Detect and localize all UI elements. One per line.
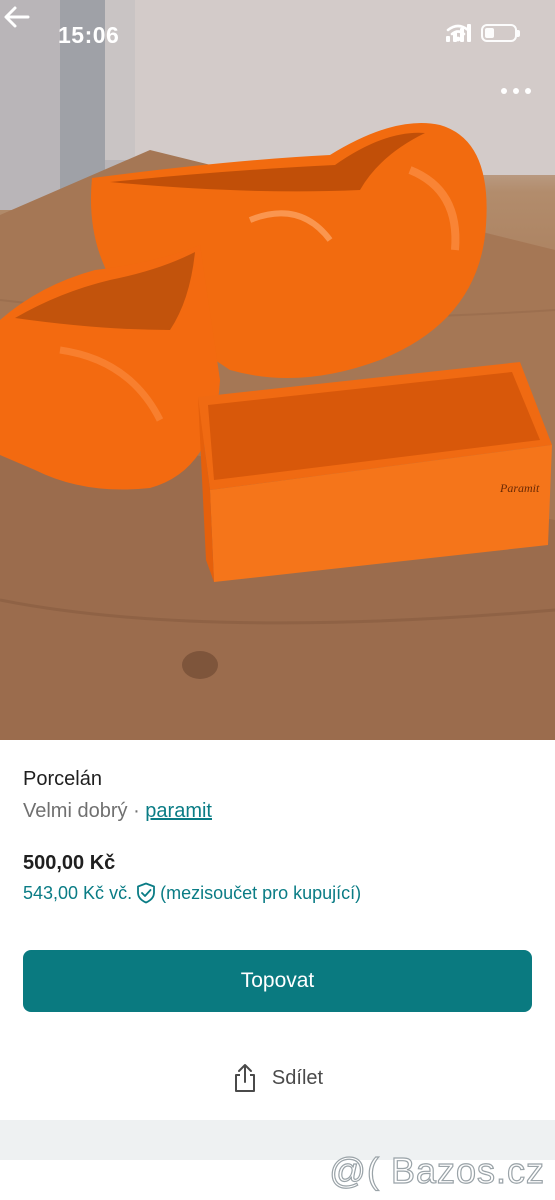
share-button[interactable]: Sdílet bbox=[0, 1058, 555, 1098]
share-icon bbox=[234, 1064, 255, 1092]
topovat-button[interactable]: Topovat bbox=[23, 950, 532, 1012]
shield-check-icon bbox=[137, 882, 155, 904]
watermark-logo: @( Bazos.cz bbox=[329, 1149, 545, 1191]
status-icons bbox=[446, 24, 520, 42]
condition-label: Velmi dobrý bbox=[23, 800, 128, 822]
listing-photo[interactable]: Paramit 15:06 bbox=[0, 0, 555, 740]
svg-text:Paramit: Paramit bbox=[499, 481, 540, 495]
share-label: Sdílet bbox=[271, 1066, 324, 1089]
price-note: (mezisoučet pro kupující) bbox=[160, 882, 362, 903]
listing-title: Porcelán bbox=[23, 768, 102, 790]
battery-icon bbox=[481, 24, 520, 42]
wifi-icon bbox=[446, 24, 470, 42]
price-total-row: 543,00 Kč vč. (mezisoučet pro kupující) bbox=[23, 882, 361, 904]
more-options-icon[interactable] bbox=[501, 88, 531, 94]
separator: · bbox=[133, 800, 140, 822]
listing-details: Porcelán Velmi dobrý · paramit 500,00 Kč… bbox=[0, 740, 555, 1120]
price: 500,00 Kč bbox=[23, 852, 116, 874]
status-time: 15:06 bbox=[58, 22, 120, 48]
listing-subtitle: Velmi dobrý · paramit bbox=[23, 800, 212, 823]
price-total: 543,00 Kč vč. bbox=[23, 882, 133, 903]
seller-link[interactable]: paramit bbox=[145, 800, 212, 822]
photo-illustration: Paramit bbox=[0, 0, 555, 740]
back-arrow-icon[interactable] bbox=[0, 0, 34, 34]
